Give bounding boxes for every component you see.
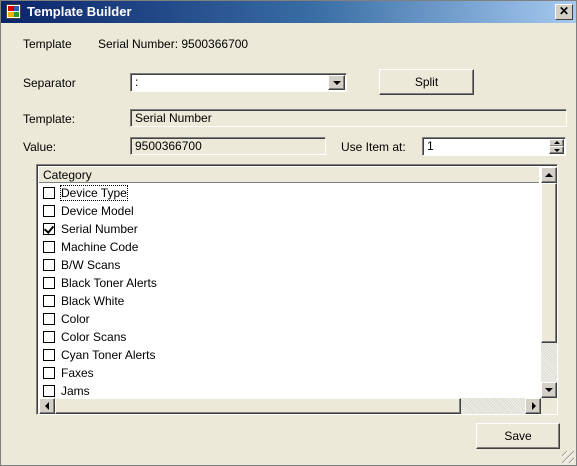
value-field[interactable]: 9500366700 — [130, 137, 326, 155]
category-list-rows: Device Type Device Model Serial Number Mach… — [39, 184, 539, 400]
horizontal-scrollbar[interactable] — [39, 398, 541, 414]
scroll-up-button[interactable] — [541, 167, 557, 183]
list-item[interactable]: Cyan Toner Alerts — [39, 346, 539, 364]
use-item-spinner[interactable]: 1 — [422, 137, 566, 156]
category-label: Black White — [61, 294, 125, 308]
scroll-down-button[interactable] — [541, 382, 557, 398]
template-summary-value: Serial Number: 9500366700 — [98, 37, 249, 51]
list-item[interactable]: Machine Code — [39, 238, 539, 256]
horizontal-scroll-thumb[interactable] — [55, 398, 461, 414]
vertical-scroll-thumb[interactable] — [541, 183, 557, 343]
list-item[interactable]: Color — [39, 310, 539, 328]
category-checkbox[interactable] — [43, 349, 55, 361]
category-label: Machine Code — [61, 240, 139, 254]
template-builder-window: Template Builder ✕ Template Serial Numbe… — [0, 0, 577, 466]
arrow-right-icon — [532, 402, 536, 410]
chevron-down-icon — [333, 81, 341, 85]
list-item[interactable]: Black White — [39, 292, 539, 310]
spin-down-button[interactable] — [549, 146, 564, 154]
category-checkbox[interactable] — [43, 313, 55, 325]
category-label: Color Scans — [61, 330, 127, 344]
separator-dropdown-button[interactable] — [328, 75, 345, 90]
split-button[interactable]: Split — [379, 69, 474, 95]
scroll-right-button[interactable] — [525, 398, 541, 414]
list-item[interactable]: B/W Scans — [39, 256, 539, 274]
separator-label: Separator — [23, 76, 76, 90]
category-label: Serial Number — [61, 222, 138, 236]
category-list[interactable]: Category Device Type Device Model Serial N… — [36, 164, 558, 415]
vertical-scrollbar[interactable] — [541, 167, 557, 398]
window-title: Template Builder — [27, 4, 132, 19]
category-label: Jams — [61, 384, 90, 398]
template-field-label: Template: — [23, 112, 76, 126]
category-checkbox[interactable] — [43, 205, 55, 217]
category-label: Black Toner Alerts — [61, 276, 157, 290]
list-item[interactable]: Faxes — [39, 364, 539, 382]
arrow-down-icon — [545, 388, 553, 392]
category-checkbox[interactable] — [43, 277, 55, 289]
category-label: Device Model — [61, 204, 134, 218]
category-checkbox[interactable] — [43, 331, 55, 343]
list-item[interactable]: Black Toner Alerts — [39, 274, 539, 292]
category-checkbox[interactable] — [43, 187, 55, 199]
separator-dropdown[interactable]: : — [130, 73, 347, 92]
app-icon — [6, 4, 21, 19]
list-item[interactable]: Device Type — [39, 184, 539, 202]
save-button[interactable]: Save — [476, 423, 560, 449]
category-label: Cyan Toner Alerts — [61, 348, 156, 362]
list-item[interactable]: Color Scans — [39, 328, 539, 346]
list-item[interactable]: Device Model — [39, 202, 539, 220]
use-item-label: Use Item at: — [341, 140, 406, 154]
scroll-corner — [541, 398, 557, 414]
category-label: Color — [61, 312, 90, 326]
spin-up-icon — [554, 141, 560, 144]
arrow-up-icon — [545, 173, 553, 177]
category-checkbox[interactable] — [43, 385, 55, 397]
use-item-value: 1 — [427, 139, 434, 153]
category-checkbox[interactable] — [43, 295, 55, 307]
category-label: Device Type — [60, 185, 128, 201]
category-column-header[interactable]: Category — [39, 167, 539, 183]
close-icon[interactable]: ✕ — [555, 4, 573, 20]
checkmark-icon — [43, 223, 55, 234]
category-checkbox[interactable] — [43, 367, 55, 379]
category-checkbox[interactable] — [43, 259, 55, 271]
scroll-left-button[interactable] — [39, 398, 55, 414]
category-checkbox[interactable] — [43, 223, 55, 235]
category-label: Faxes — [61, 366, 94, 380]
arrow-left-icon — [45, 402, 49, 410]
spin-down-icon — [554, 149, 560, 152]
category-label: B/W Scans — [61, 258, 121, 272]
template-summary-label: Template — [23, 37, 72, 51]
template-field[interactable]: Serial Number — [130, 109, 567, 127]
list-item[interactable]: Serial Number — [39, 220, 539, 238]
title-bar[interactable]: Template Builder ✕ — [1, 1, 576, 23]
category-checkbox[interactable] — [43, 241, 55, 253]
value-field-label: Value: — [23, 140, 57, 154]
resize-grip[interactable] — [562, 451, 574, 463]
separator-value: : — [135, 75, 139, 89]
